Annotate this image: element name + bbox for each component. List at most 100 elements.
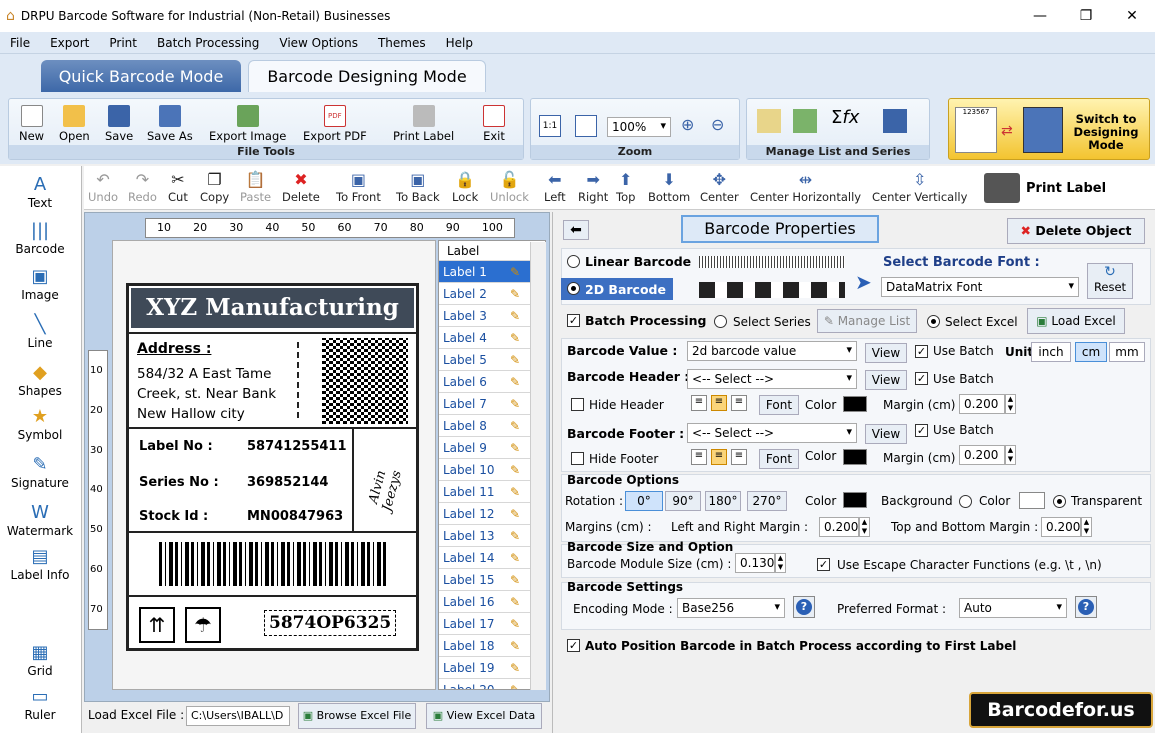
edit-pencil-icon[interactable]: ✎ [495, 617, 535, 631]
2d-barcode-radio[interactable] [567, 282, 580, 295]
menu-batch-processing[interactable]: Batch Processing [147, 36, 269, 50]
edit-pencil-icon[interactable]: ✎ [495, 573, 535, 587]
menu-file[interactable]: File [0, 36, 40, 50]
edit-pencil-icon[interactable]: ✎ [495, 375, 535, 389]
to-front-button[interactable]: ▣ To Front [336, 170, 381, 204]
save-as-button[interactable]: Save As [147, 105, 193, 143]
edit-pencil-icon[interactable]: ✎ [495, 265, 535, 279]
menu-print[interactable]: Print [99, 36, 147, 50]
open-button[interactable]: Open [59, 105, 90, 143]
fit-to-window-icon[interactable] [575, 115, 597, 137]
unit-mm-button[interactable]: mm [1109, 342, 1145, 362]
label-design[interactable]: XYZ Manufacturing Address : 584/32 A Eas… [126, 283, 419, 651]
edit-pencil-icon[interactable]: ✎ [495, 595, 535, 609]
align-center-icon[interactable]: ≡ [711, 449, 727, 465]
edit-pencil-icon[interactable]: ✎ [495, 287, 535, 301]
footer-view-button[interactable]: View [865, 424, 907, 444]
edit-pencil-icon[interactable]: ✎ [495, 639, 535, 653]
barcode-color-swatch[interactable] [843, 492, 867, 508]
series-no-key[interactable]: Series No : [139, 475, 219, 490]
center-horizontally-button[interactable]: ⇹ Center Horizontally [750, 170, 861, 204]
company-title[interactable]: XYZ Manufacturing [131, 288, 414, 328]
footer-color-swatch[interactable] [843, 449, 867, 465]
batch-processing-checkbox[interactable]: ✓ [567, 314, 580, 327]
export-pdf-button[interactable]: PDF Export PDF [303, 105, 367, 143]
edit-pencil-icon[interactable]: ✎ [495, 529, 535, 543]
edit-pencil-icon[interactable]: ✎ [495, 419, 535, 433]
footer-use-batch-checkbox[interactable]: ✓ [915, 424, 928, 437]
label-list-scrollbar[interactable] [530, 242, 546, 690]
print-label-toolbar-button[interactable]: Print Label [984, 172, 1106, 204]
edit-list-icon[interactable] [757, 109, 781, 133]
header-margin-spinner[interactable]: ▲ ▼ [1005, 394, 1016, 414]
select-excel-radio[interactable] [927, 315, 940, 328]
view-excel-data-button[interactable]: ▣ View Excel Data [426, 703, 542, 729]
minimize-button[interactable]: — [1017, 0, 1063, 32]
series-icon[interactable] [883, 109, 907, 133]
value-use-batch-checkbox[interactable]: ✓ [915, 345, 928, 358]
image-tool[interactable]: ▣ Image [0, 266, 80, 302]
barcode-tool[interactable]: ||| Barcode [0, 220, 80, 256]
value-view-button[interactable]: View [865, 343, 907, 363]
menu-themes[interactable]: Themes [368, 36, 436, 50]
shapes-tool[interactable]: ◆ Shapes [0, 362, 80, 398]
menu-view-options[interactable]: View Options [269, 36, 368, 50]
reset-button[interactable]: ↻ Reset [1087, 263, 1133, 299]
lr-margin-input[interactable]: 0.200 [819, 517, 859, 537]
export-image-button[interactable]: Export Image [209, 105, 286, 143]
keep-dry-umbrella-icon[interactable]: ☂ [185, 607, 221, 643]
hide-footer-checkbox[interactable] [571, 452, 584, 465]
address-title[interactable]: Address : [137, 341, 211, 357]
footer-font-button[interactable]: Font [759, 449, 799, 469]
delete-button[interactable]: ✖ Delete [282, 170, 320, 204]
text-tool[interactable]: A Text [0, 174, 80, 210]
linear-barcode-radio[interactable] [567, 255, 580, 268]
unit-inch-button[interactable]: inch [1031, 342, 1071, 362]
edit-pencil-icon[interactable]: ✎ [495, 309, 535, 323]
new-button[interactable]: New [19, 105, 44, 143]
address-text[interactable]: 584/32 A East Tame Creek, st. Near Bank … [137, 364, 302, 424]
header-font-button[interactable]: Font [759, 395, 799, 415]
footer-select[interactable]: <-- Select --> [687, 423, 857, 443]
tb-margin-spinner[interactable]: ▲ ▼ [1081, 517, 1092, 537]
edit-pencil-icon[interactable]: ✎ [495, 353, 535, 367]
align-top-button[interactable]: ⬆ Top [616, 170, 635, 204]
browse-excel-button[interactable]: ▣ Browse Excel File [298, 703, 416, 729]
label-info-tool[interactable]: ▤ Label Info [0, 546, 80, 582]
paste-button[interactable]: 📋 Paste [240, 170, 271, 204]
font-select[interactable]: DataMatrix Font [881, 277, 1079, 297]
escape-characters-checkbox[interactable]: ✓ [817, 558, 830, 571]
delete-object-button[interactable]: ✖ Delete Object [1007, 218, 1145, 244]
load-excel-button[interactable]: ▣ Load Excel [1027, 308, 1125, 334]
background-color-swatch[interactable] [1019, 492, 1045, 509]
edit-pencil-icon[interactable]: ✎ [495, 463, 535, 477]
header-color-swatch[interactable] [843, 396, 867, 412]
edit-pencil-icon[interactable]: ✎ [495, 683, 535, 690]
align-left-button[interactable]: ⬅ Left [544, 170, 566, 204]
cut-button[interactable]: ✂ Cut [168, 170, 188, 204]
zoom-select[interactable]: 100% [607, 117, 671, 137]
copy-button[interactable]: ❐ Copy [200, 170, 229, 204]
encoding-mode-select[interactable]: Base256 [677, 598, 785, 618]
product-code[interactable]: 5874OP6325 [264, 610, 397, 636]
manage-list-button[interactable]: ✎ Manage List [817, 309, 917, 333]
redo-button[interactable]: ↷ Redo [128, 170, 157, 204]
preferred-format-select[interactable]: Auto [959, 598, 1067, 618]
align-right-icon[interactable]: ≡ [731, 395, 747, 411]
save-button[interactable]: Save [105, 105, 133, 143]
linear-barcode[interactable] [159, 542, 387, 586]
zoom-out-icon[interactable]: ⊖ [711, 115, 724, 134]
actual-size-button[interactable]: 1:1 [539, 115, 561, 137]
lr-margin-spinner[interactable]: ▲ ▼ [859, 517, 870, 537]
edit-pencil-icon[interactable]: ✎ [495, 441, 535, 455]
header-select[interactable]: <-- Select --> [687, 369, 857, 389]
header-margin-input[interactable]: 0.200 [959, 394, 1005, 414]
back-arrow-icon[interactable]: ⬅ [563, 220, 589, 240]
footer-margin-input[interactable]: 0.200 [959, 445, 1005, 465]
select-series-radio[interactable] [714, 315, 727, 328]
header-use-batch-checkbox[interactable]: ✓ [915, 372, 928, 385]
stock-id-key[interactable]: Stock Id : [139, 509, 208, 524]
lock-button[interactable]: 🔒 Lock [452, 170, 478, 204]
module-size-spinner[interactable]: ▲ ▼ [775, 553, 786, 573]
edit-pencil-icon[interactable]: ✎ [495, 551, 535, 565]
